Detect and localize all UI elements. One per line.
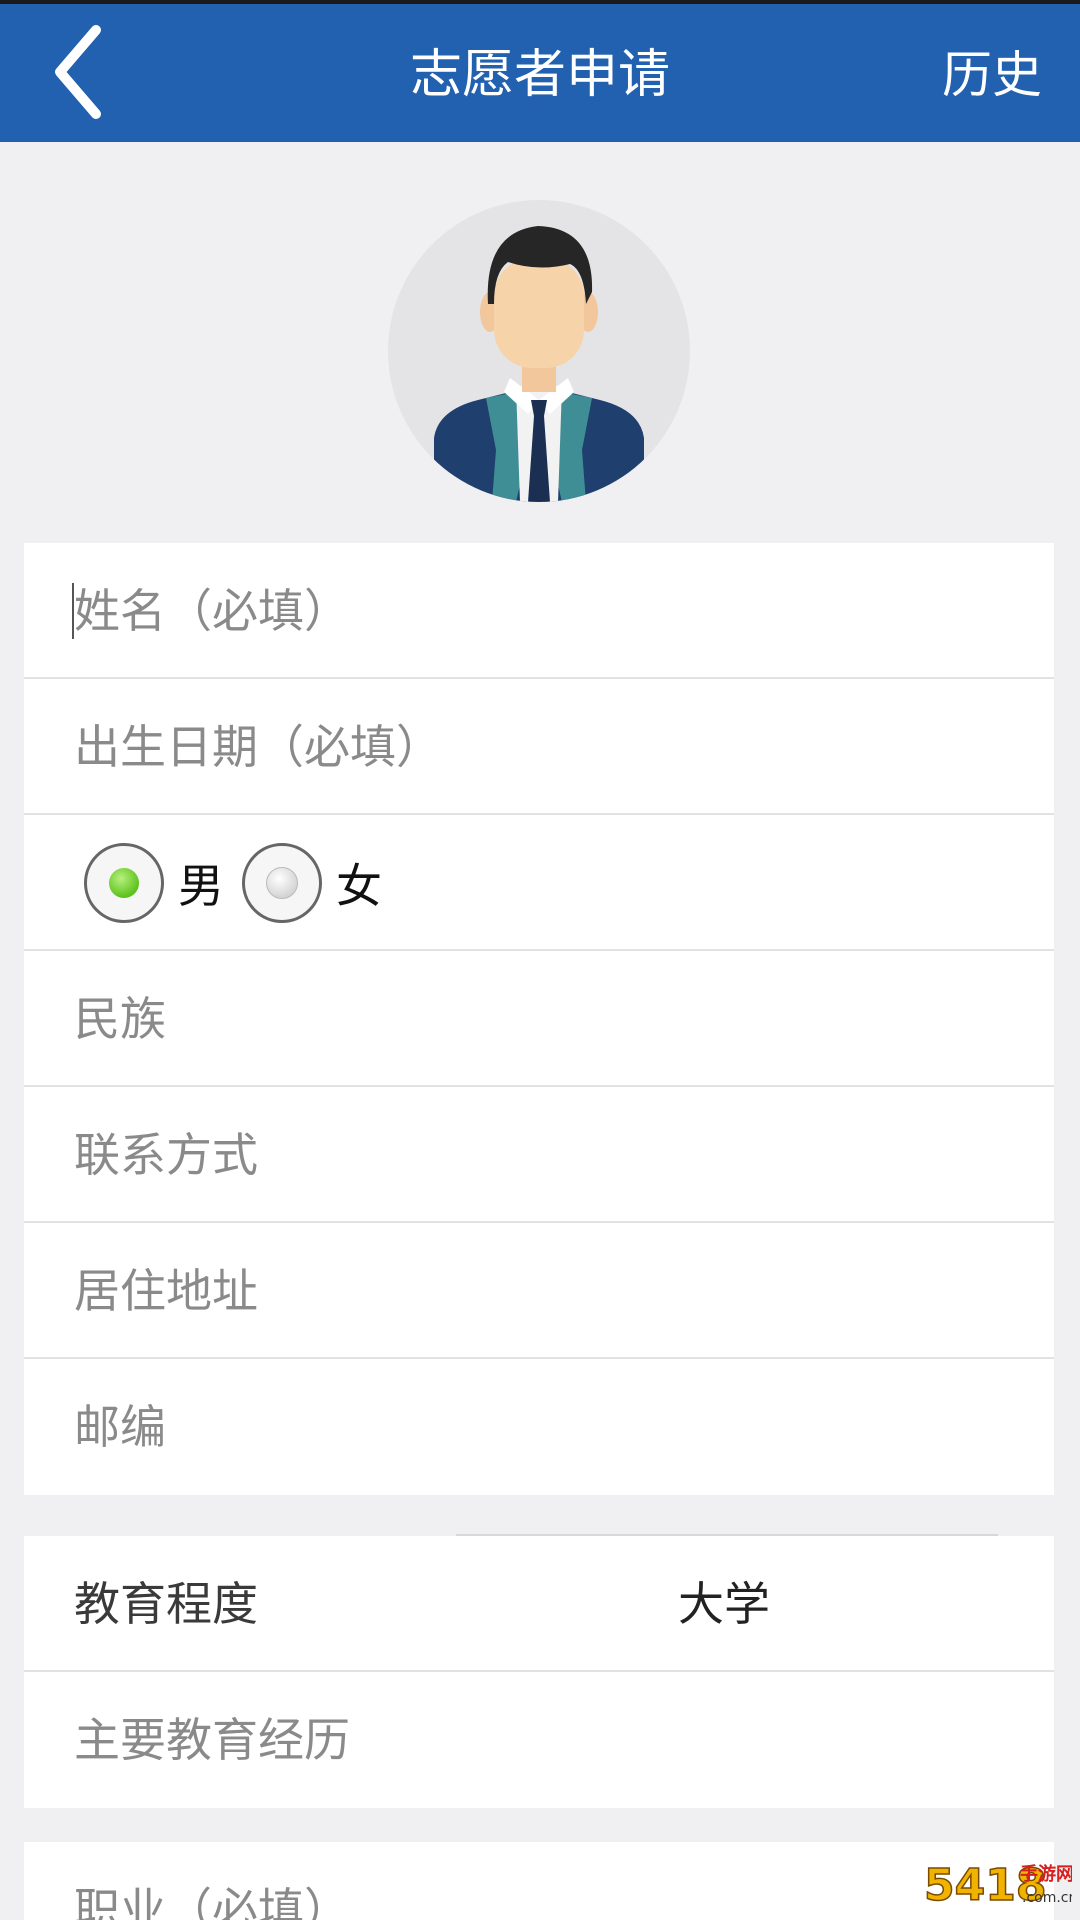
address-placeholder: 居住地址 [74,1264,258,1318]
volunteer-application-screen: 志愿者申请 历史 姓名（必填） 出生日期（必填） 男 女 民族 联系方式 居住地… [0,0,1080,1920]
postcode-field[interactable]: 邮编 [24,1359,1054,1495]
male-label: 男 [178,859,224,913]
page-title: 志愿者申请 [409,45,670,105]
gender-radio-group: 男 女 [84,835,400,931]
history-button[interactable]: 历史 [942,4,1042,146]
watermark-subtext: 手游网 [1020,1863,1072,1885]
radio-unselected-dot [266,867,298,899]
gender-row: 男 女 [24,815,1054,951]
address-field[interactable]: 居住地址 [24,1223,1054,1359]
education-history-field[interactable]: 主要教育经历 [24,1672,1054,1808]
name-field[interactable]: 姓名（必填） [24,543,1054,679]
male-radio[interactable] [84,843,164,923]
birthdate-placeholder: 出生日期（必填） [74,720,442,774]
site-watermark: 5418 手游网 .com.cn [922,1850,1077,1914]
education-level-picker[interactable]: 教育程度 大学 [24,1536,1054,1672]
education-history-placeholder: 主要教育经历 [74,1713,350,1767]
female-label: 女 [336,859,382,913]
contact-placeholder: 联系方式 [74,1128,258,1182]
contact-field[interactable]: 联系方式 [24,1087,1054,1223]
female-radio[interactable] [242,843,322,923]
occupation-placeholder: 职业（必填） [74,1883,350,1920]
watermark-domain: .com.cn [1022,1890,1072,1906]
occupation-section: 职业（必填） [24,1842,1054,1920]
occupation-field[interactable]: 职业（必填） [24,1842,1054,1920]
ethnicity-field[interactable]: 民族 [24,951,1054,1087]
avatar[interactable] [388,200,690,502]
radio-selected-dot [109,868,139,898]
education-section: 教育程度 大学 主要教育经历 [24,1536,1054,1808]
postcode-placeholder: 邮编 [74,1400,166,1454]
top-nav-bar: 志愿者申请 历史 [0,0,1080,142]
user-avatar-icon [434,226,644,502]
ethnicity-placeholder: 民族 [74,992,166,1046]
education-level-label: 教育程度 [74,1577,258,1631]
name-placeholder: 姓名（必填） [74,584,350,638]
birthdate-field[interactable]: 出生日期（必填） [24,679,1054,815]
education-level-value: 大学 [678,1577,770,1631]
personal-info-section: 姓名（必填） 出生日期（必填） 男 女 民族 联系方式 居住地址 邮编 [24,543,1054,1495]
